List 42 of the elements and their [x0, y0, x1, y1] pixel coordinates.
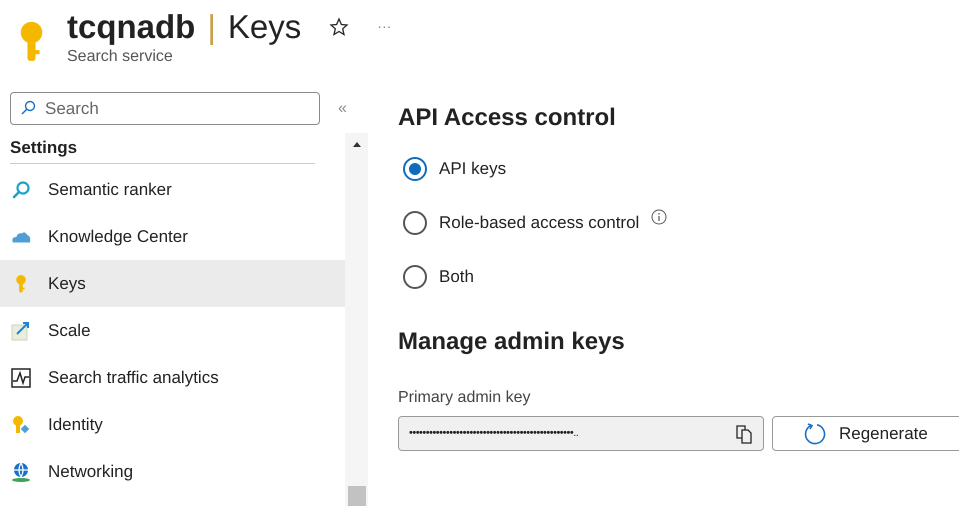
more-button[interactable]: ··· [377, 16, 392, 38]
key-icon [15, 274, 27, 294]
scrollbar[interactable] [345, 133, 368, 506]
identity-icon [11, 414, 31, 434]
scale-icon [11, 320, 31, 340]
nav-item[interactable]: Semantic ranker [0, 166, 345, 213]
section-title: Manage admin keys [398, 327, 626, 357]
field-label: Primary admin key [398, 388, 532, 408]
nav-item[interactable]: Search traffic analytics [0, 354, 345, 401]
refresh-icon [803, 422, 827, 446]
favorite-button[interactable] [329, 16, 350, 37]
star-icon [329, 16, 350, 37]
radio-button[interactable] [403, 211, 427, 235]
regenerate-button[interactable]: Regenerate [772, 416, 959, 451]
search-icon [20, 100, 36, 116]
section-title: API Access control [398, 103, 617, 133]
section-heading: Settings [9, 137, 78, 159]
nav-item[interactable]: Networking [0, 448, 345, 495]
scroll-thumb[interactable] [348, 486, 366, 506]
info-icon[interactable] [651, 209, 668, 225]
title-separator: | [207, 7, 216, 47]
nav-item[interactable]: Identity [0, 401, 345, 448]
nav-item[interactable]: Keys [0, 260, 345, 307]
key-icon [18, 20, 45, 64]
resource-title: tcqnadb [67, 7, 196, 47]
page-title: Keys [228, 7, 302, 47]
nav-item[interactable]: Scale [0, 307, 345, 354]
admin-key-field[interactable]: •••••••••••••••••••••••••••••••••••••••••••••••••.. [398, 416, 764, 451]
page-subtitle: Search service [67, 47, 174, 68]
globe-icon [11, 462, 31, 482]
scroll-up-icon [352, 141, 360, 149]
chart-icon [11, 368, 31, 388]
radio-label: Both [439, 266, 474, 288]
search-field[interactable]: Search [10, 92, 320, 125]
radio-button[interactable] [403, 157, 427, 181]
radio-label: API keys [439, 158, 506, 180]
magnifier-icon [11, 180, 31, 200]
nav-item[interactable]: Knowledge Center [0, 213, 345, 260]
radio-button[interactable] [403, 265, 427, 289]
radio-label: Role-based access control [439, 212, 640, 234]
collapse-button[interactable]: « [338, 96, 347, 120]
copy-icon[interactable] [735, 424, 753, 444]
